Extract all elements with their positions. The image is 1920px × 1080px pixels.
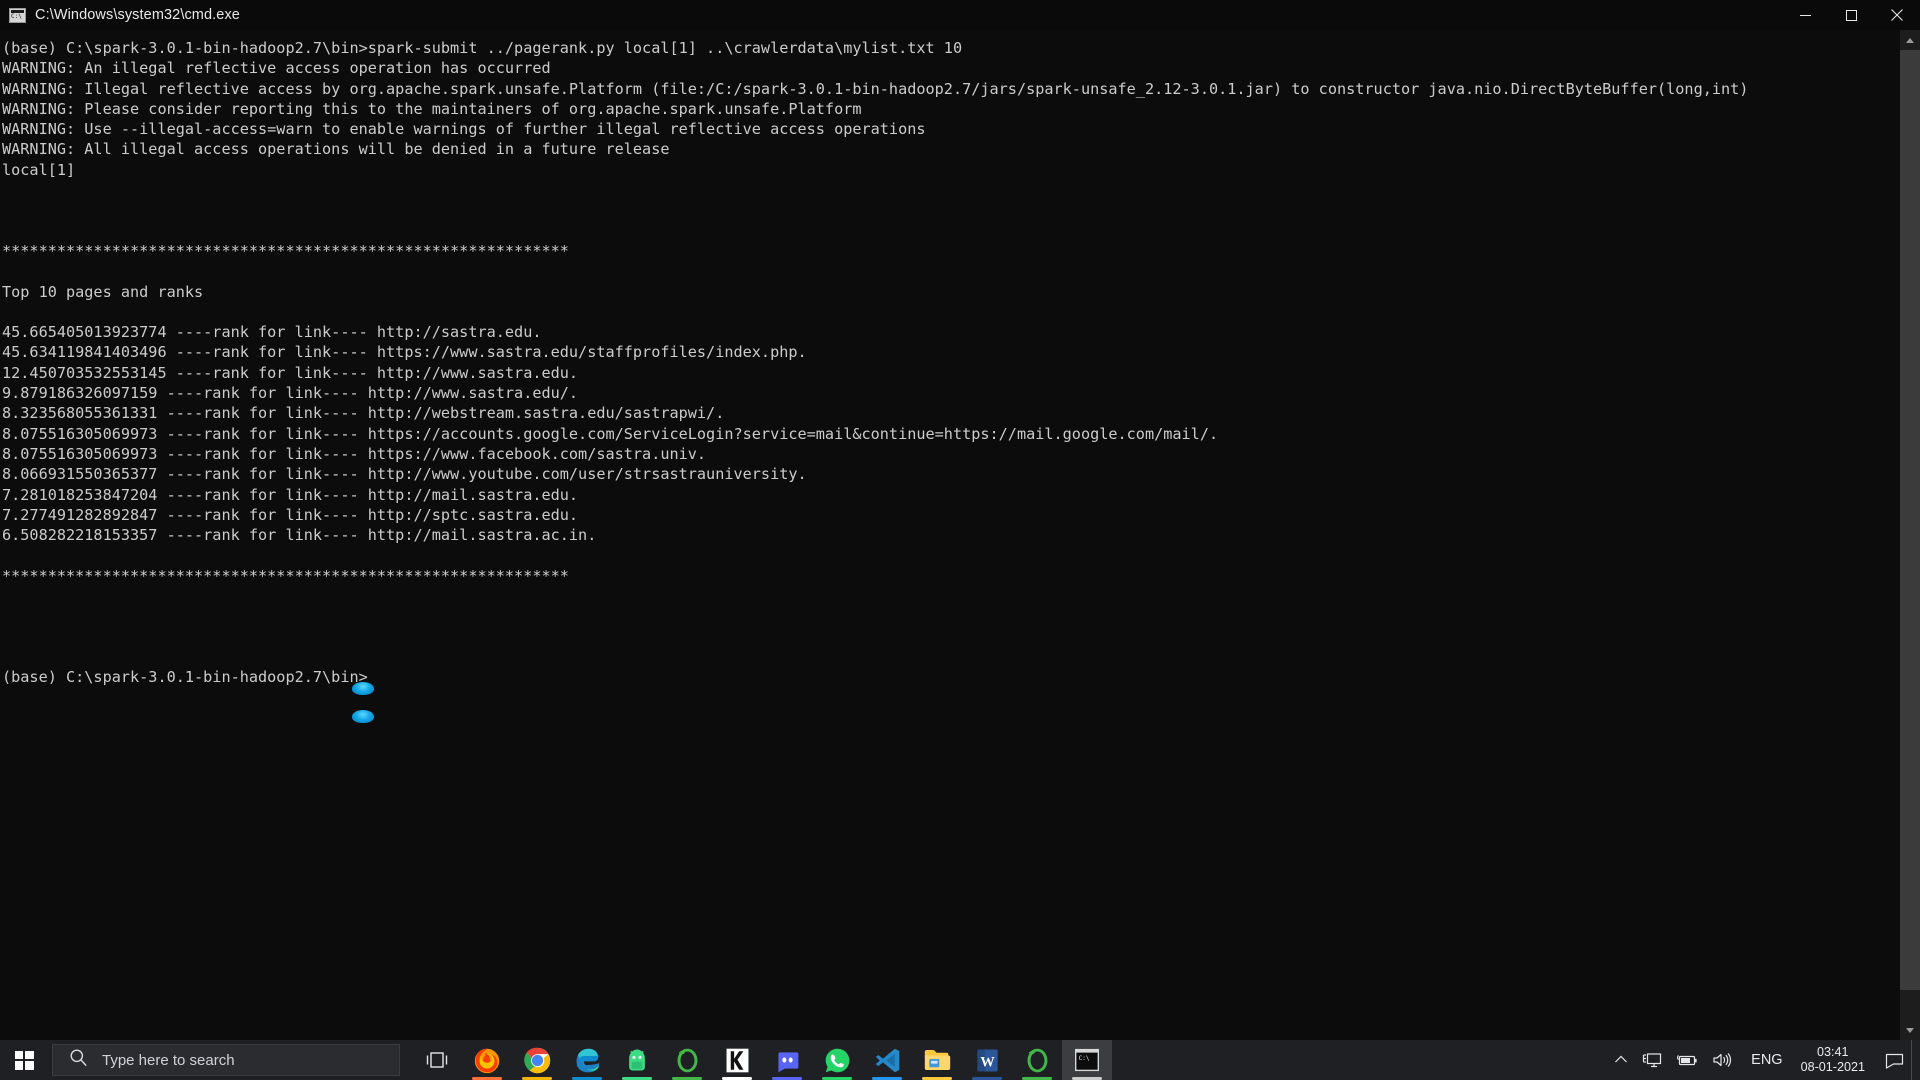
windows-logo-icon [14, 1050, 34, 1070]
taskbar-app-whatsapp[interactable] [812, 1040, 862, 1080]
battery-button[interactable] [1669, 1040, 1705, 1080]
window-controls [1782, 0, 1920, 30]
speaker-icon [1713, 1053, 1732, 1067]
svg-text:W: W [980, 1054, 995, 1070]
edge-icon [576, 1048, 599, 1072]
console-output-area[interactable]: (base) C:\spark-3.0.1-bin-hadoop2.7\bin>… [0, 30, 1900, 1040]
whatsapp-icon [825, 1048, 849, 1072]
search-icon [69, 1048, 88, 1072]
svg-text:C:\: C:\ [1079, 1055, 1090, 1062]
taskbar-app-vscode[interactable] [862, 1040, 912, 1080]
chevron-up-icon [1615, 1055, 1628, 1063]
android-studio-icon [629, 1049, 645, 1071]
minimize-button[interactable] [1782, 0, 1828, 30]
action-center-button[interactable] [1877, 1040, 1911, 1080]
taskbar-app-edge[interactable] [562, 1040, 612, 1080]
word-icon: W [976, 1049, 998, 1071]
clock-date: 08-01-2021 [1800, 1060, 1865, 1074]
network-button[interactable] [1635, 1040, 1669, 1080]
kite-icon [726, 1048, 748, 1072]
firefox-icon [474, 1048, 500, 1074]
taskbar-app-command-prompt[interactable]: C:\ [1062, 1040, 1112, 1080]
chrome-icon [523, 1047, 550, 1073]
show-hidden-icons-button[interactable] [1607, 1040, 1635, 1080]
search-placeholder-text: Type here to search [102, 1051, 235, 1069]
scrollbar-thumb[interactable] [1900, 50, 1920, 990]
anaconda-icon [677, 1048, 697, 1072]
network-icon [1643, 1052, 1662, 1067]
taskbar-app-anaconda-prompt[interactable] [1012, 1040, 1062, 1080]
notification-icon [1885, 1053, 1903, 1069]
maximize-button[interactable] [1828, 0, 1874, 30]
show-desktop-button[interactable] [1911, 1040, 1920, 1080]
scrollbar-up-button[interactable] [1900, 30, 1920, 50]
taskbar-app-anaconda-navigator[interactable] [662, 1040, 712, 1080]
start-button[interactable] [0, 1040, 48, 1080]
vscode-icon [875, 1048, 899, 1072]
window-titlebar[interactable]: C:\Windows\system32\cmd.exe [0, 0, 1920, 30]
task-view-icon [426, 1052, 448, 1068]
taskbar-app-file-explorer[interactable] [912, 1040, 962, 1080]
scrollbar-down-button[interactable] [1900, 1020, 1920, 1040]
volume-button[interactable] [1705, 1040, 1739, 1080]
taskbar: Type here to search W C:\ ENG 03:41 08-0… [0, 1040, 1920, 1080]
close-button[interactable] [1874, 0, 1920, 30]
taskbar-app-list: W C:\ [462, 1040, 1112, 1080]
task-view-button[interactable] [412, 1040, 462, 1080]
search-input[interactable]: Type here to search [52, 1044, 400, 1076]
language-indicator[interactable]: ENG [1739, 1052, 1794, 1068]
anaconda-prompt-icon [1027, 1048, 1047, 1072]
battery-icon [1677, 1055, 1697, 1066]
taskbar-app-android-studio[interactable] [612, 1040, 662, 1080]
taskbar-app-kite[interactable] [712, 1040, 762, 1080]
clock[interactable]: 03:41 08-01-2021 [1795, 1040, 1877, 1080]
taskbar-app-discord[interactable] [762, 1040, 812, 1080]
window-title: C:\Windows\system32\cmd.exe [35, 7, 240, 23]
system-tray: ENG 03:41 08-01-2021 [1607, 1040, 1920, 1080]
taskbar-app-firefox[interactable] [462, 1040, 512, 1080]
folder-icon [924, 1050, 950, 1070]
clock-time: 03:41 [1817, 1045, 1849, 1059]
command-prompt-icon: C:\ [1075, 1048, 1099, 1072]
console-window[interactable]: (base) C:\spark-3.0.1-bin-hadoop2.7\bin>… [0, 30, 1920, 1040]
taskbar-app-chrome[interactable] [512, 1040, 562, 1080]
discord-icon [777, 1051, 798, 1072]
console-scrollbar[interactable] [1900, 30, 1920, 1040]
taskbar-app-word[interactable]: W [962, 1040, 1012, 1080]
console-text: (base) C:\spark-3.0.1-bin-hadoop2.7\bin>… [2, 39, 1749, 687]
cmd-icon [9, 7, 26, 23]
